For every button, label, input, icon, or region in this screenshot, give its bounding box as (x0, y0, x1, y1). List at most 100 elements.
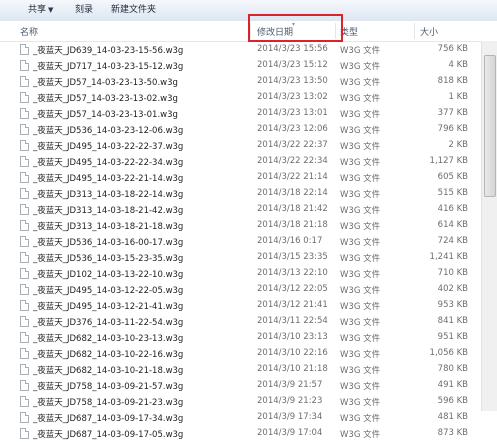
file-row[interactable]: _夜蓝天_JD536_14-03-16-00-17.w3g 2014/3/16 0… (0, 234, 480, 250)
file-date: 2014/3/23 12:06 (257, 124, 328, 134)
column-header-size[interactable]: 大小 (420, 25, 438, 38)
file-icon (20, 428, 29, 439)
file-size: 818 KB (437, 76, 468, 86)
file-row[interactable]: _夜蓝天_JD376_14-03-11-22-54.w3g 2014/3/11 2… (0, 314, 480, 330)
file-icon (20, 284, 29, 295)
file-name: _夜蓝天_JD376_14-03-11-22-54.w3g (33, 318, 184, 328)
file-size: 951 KB (437, 332, 468, 342)
file-row[interactable]: _夜蓝天_JD313_14-03-18-21-42.w3g 2014/3/18 2… (0, 202, 480, 218)
file-size: 796 KB (437, 124, 468, 134)
column-separator[interactable] (414, 23, 415, 39)
file-type: W3G 文件 (340, 286, 381, 296)
file-date: 2014/3/9 21:57 (257, 380, 323, 390)
file-row[interactable]: _夜蓝天_JD536_14-03-23-12-06.w3g 2014/3/23 1… (0, 122, 480, 138)
file-icon (20, 156, 29, 167)
file-type: W3G 文件 (340, 414, 381, 424)
burn-button[interactable]: 刻录 (75, 3, 93, 18)
file-name: _夜蓝天_JD758_14-03-09-21-57.w3g (33, 382, 184, 392)
file-row[interactable]: _夜蓝天_JD495_14-03-12-22-05.w3g 2014/3/12 2… (0, 282, 480, 298)
file-type: W3G 文件 (340, 190, 381, 200)
file-name: _夜蓝天_JD536_14-03-15-23-35.w3g (33, 254, 184, 264)
new-folder-button[interactable]: 新建文件夹 (111, 3, 156, 18)
file-row[interactable]: _夜蓝天_JD313_14-03-18-22-14.w3g 2014/3/18 2… (0, 186, 480, 202)
file-row[interactable]: _夜蓝天_JD57_14-03-23-13-02.w3g 2014/3/23 13… (0, 90, 480, 106)
file-row[interactable]: _夜蓝天_JD313_14-03-18-21-18.w3g 2014/3/18 2… (0, 218, 480, 234)
file-type: W3G 文件 (340, 350, 381, 360)
file-type: W3G 文件 (340, 238, 381, 248)
file-icon (20, 220, 29, 231)
file-name: _夜蓝天_JD313_14-03-18-21-42.w3g (33, 206, 184, 216)
file-date: 2014/3/18 22:14 (257, 188, 328, 198)
file-date: 2014/3/22 22:34 (257, 156, 328, 166)
file-row[interactable]: _夜蓝天_JD639_14-03-23-15-56.w3g 2014/3/23 1… (0, 42, 480, 58)
file-type: W3G 文件 (340, 222, 381, 232)
file-type: W3G 文件 (340, 254, 381, 264)
file-name: _夜蓝天_JD687_14-03-09-17-05.w3g (33, 430, 184, 440)
file-date: 2014/3/10 21:18 (257, 364, 328, 374)
column-header-name[interactable]: 名称 (20, 25, 38, 38)
file-row[interactable]: _夜蓝天_JD682_14-03-10-23-13.w3g 2014/3/10 2… (0, 330, 480, 346)
file-name: _夜蓝天_JD682_14-03-10-21-18.w3g (33, 366, 184, 376)
file-date: 2014/3/23 15:56 (257, 44, 328, 54)
file-row[interactable]: _夜蓝天_JD687_14-03-09-17-34.w3g 2014/3/9 17… (0, 410, 480, 426)
file-name: _夜蓝天_JD682_14-03-10-23-13.w3g (33, 334, 184, 344)
file-type: W3G 文件 (340, 94, 381, 104)
share-label: 共享 (28, 5, 47, 15)
file-icon (20, 188, 29, 199)
file-name: _夜蓝天_JD495_14-03-12-21-41.w3g (33, 302, 184, 312)
file-icon (20, 236, 29, 247)
file-icon (20, 76, 29, 87)
file-name: _夜蓝天_JD313_14-03-18-21-18.w3g (33, 222, 184, 232)
file-date: 2014/3/23 13:02 (257, 92, 328, 102)
file-date: 2014/3/22 22:37 (257, 140, 328, 150)
vertical-scrollbar[interactable] (481, 41, 497, 411)
file-size: 780 KB (437, 364, 468, 374)
file-size: 756 KB (437, 44, 468, 54)
file-icon (20, 332, 29, 343)
file-size: 2 KB (448, 140, 468, 150)
file-row[interactable]: _夜蓝天_JD495_14-03-22-22-37.w3g 2014/3/22 2… (0, 138, 480, 154)
file-name: _夜蓝天_JD495_14-03-12-22-05.w3g (33, 286, 184, 296)
file-row[interactable]: _夜蓝天_JD682_14-03-10-22-16.w3g 2014/3/10 2… (0, 346, 480, 362)
file-icon (20, 172, 29, 183)
file-row[interactable]: _夜蓝天_JD682_14-03-10-21-18.w3g 2014/3/10 2… (0, 362, 480, 378)
file-row[interactable]: _夜蓝天_JD495_14-03-22-21-14.w3g 2014/3/22 2… (0, 170, 480, 186)
file-size: 605 KB (437, 172, 468, 182)
file-icon (20, 252, 29, 263)
file-row[interactable]: _夜蓝天_JD495_14-03-12-21-41.w3g 2014/3/12 2… (0, 298, 480, 314)
chevron-down-icon: ▼ (48, 6, 54, 14)
file-size: 953 KB (437, 300, 468, 310)
file-type: W3G 文件 (340, 206, 381, 216)
file-icon (20, 412, 29, 423)
file-row[interactable]: _夜蓝天_JD57_14-03-23-13-50.w3g 2014/3/23 13… (0, 74, 480, 90)
file-size: 724 KB (437, 236, 468, 246)
file-date: 2014/3/9 17:04 (257, 428, 323, 438)
scrollbar-thumb[interactable] (484, 55, 496, 197)
file-row[interactable]: _夜蓝天_JD758_14-03-09-21-57.w3g 2014/3/9 21… (0, 378, 480, 394)
file-date: 2014/3/10 23:13 (257, 332, 328, 342)
file-row[interactable]: _夜蓝天_JD687_14-03-09-17-05.w3g 2014/3/9 17… (0, 426, 480, 442)
file-icon (20, 364, 29, 375)
file-row[interactable]: _夜蓝天_JD758_14-03-09-21-23.w3g 2014/3/9 21… (0, 394, 480, 410)
file-size: 1 KB (448, 92, 468, 102)
file-row[interactable]: _夜蓝天_JD536_14-03-15-23-35.w3g 2014/3/15 2… (0, 250, 480, 266)
file-type: W3G 文件 (340, 126, 381, 136)
file-row[interactable]: _夜蓝天_JD717_14-03-23-15-12.w3g 2014/3/23 1… (0, 58, 480, 74)
file-date: 2014/3/23 13:01 (257, 108, 328, 118)
file-name: _夜蓝天_JD687_14-03-09-17-34.w3g (33, 414, 184, 424)
share-button[interactable]: 共享 ▼ (28, 3, 53, 18)
file-date: 2014/3/11 22:54 (257, 316, 328, 326)
file-name: _夜蓝天_JD717_14-03-23-15-12.w3g (33, 62, 184, 72)
file-icon (20, 92, 29, 103)
file-name: _夜蓝天_JD758_14-03-09-21-23.w3g (33, 398, 184, 408)
file-row[interactable]: _夜蓝天_JD495_14-03-22-22-34.w3g 2014/3/22 2… (0, 154, 480, 170)
file-date: 2014/3/23 15:12 (257, 60, 328, 70)
file-icon (20, 204, 29, 215)
file-size: 491 KB (437, 380, 468, 390)
file-name: _夜蓝天_JD536_14-03-23-12-06.w3g (33, 126, 184, 136)
file-row[interactable]: _夜蓝天_JD102_14-03-13-22-10.w3g 2014/3/13 2… (0, 266, 480, 282)
file-type: W3G 文件 (340, 366, 381, 376)
file-type: W3G 文件 (340, 382, 381, 392)
file-size: 515 KB (437, 188, 468, 198)
file-row[interactable]: _夜蓝天_JD57_14-03-23-13-01.w3g 2014/3/23 13… (0, 106, 480, 122)
